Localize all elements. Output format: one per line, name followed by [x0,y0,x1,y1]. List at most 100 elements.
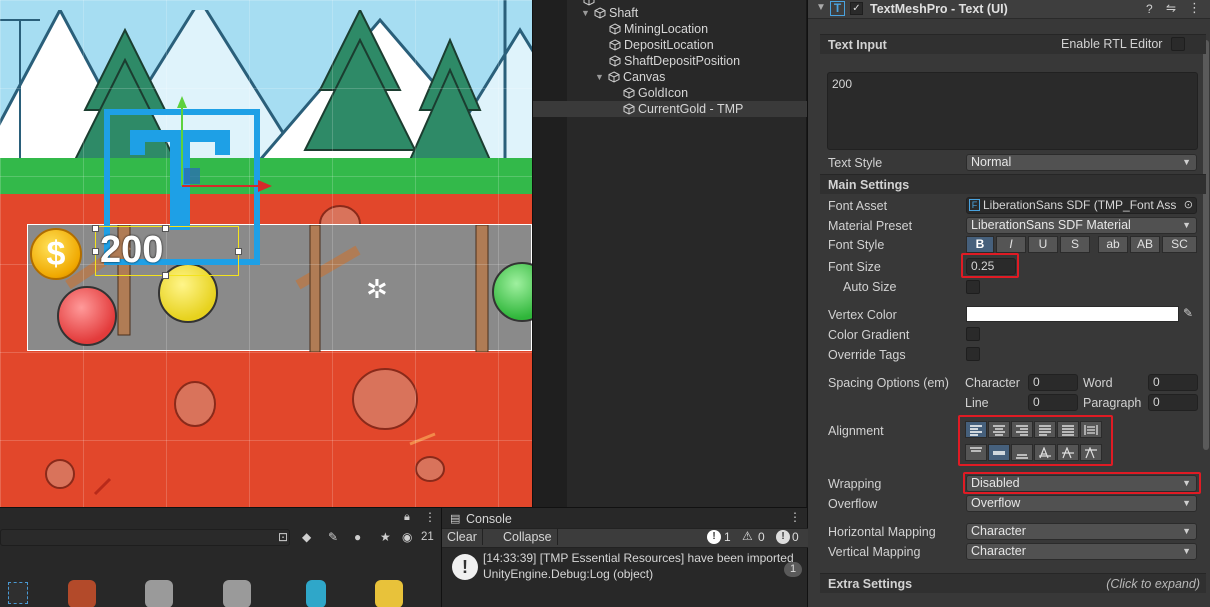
font-asset-icon: F [969,199,980,211]
align-midline-button[interactable] [1057,444,1079,461]
hierarchy-item-goldicon[interactable]: GoldIcon [623,85,688,101]
help-icon[interactable]: ? [1146,2,1153,16]
asset-thumbnail[interactable] [8,582,28,604]
extra-settings-header[interactable]: Extra Settings (Click to expand) [820,573,1206,593]
console-log-entry[interactable]: ! [14:33:39] [TMP Essential Resources] h… [442,550,808,588]
asset-thumbnail-arrow[interactable] [306,580,326,607]
font-style-underline-button[interactable]: U [1028,236,1058,253]
color-gradient-checkbox[interactable] [966,327,980,341]
more-menu-icon[interactable]: ⋮ [424,510,436,524]
resize-handle[interactable] [235,248,242,255]
asset-thumbnail-character[interactable] [375,580,403,607]
project-search-input[interactable] [0,529,290,546]
visibility-eye-icon[interactable]: ◉ [402,530,412,544]
fold-arrow-icon[interactable]: ▼ [581,5,591,21]
info-icon[interactable]: ! [707,530,721,544]
font-size-input[interactable]: 0.25 [966,258,1016,275]
current-gold-text[interactable]: 200 [95,226,239,276]
align-baseline-button[interactable] [1034,444,1056,461]
presets-icon[interactable]: ⇋ [1166,1,1176,15]
component-header[interactable]: ▼ T ✓ TextMeshPro - Text (UI) ? ⇋ ⋮ [808,0,1210,19]
align-top-button[interactable] [965,444,987,461]
align-bottom-button[interactable] [1011,444,1033,461]
fold-arrow-icon[interactable]: ▼ [595,69,605,85]
resize-handle[interactable] [162,272,169,279]
asset-thumbnail-character[interactable] [145,580,173,607]
error-icon[interactable]: ! [776,530,790,544]
field-value: 0 [1033,395,1040,409]
spacing-line-input[interactable]: 0 [1028,394,1078,411]
filter-by-type-icon[interactable]: ◆ [302,530,311,544]
resize-handle[interactable] [162,225,169,232]
font-style-bold-button[interactable]: B [966,236,994,253]
hierarchy-item-depositlocation[interactable]: DepositLocation [609,37,714,53]
align-center-button[interactable] [988,421,1010,438]
search-filter-icon[interactable]: ⊡ [278,530,288,544]
font-style-uppercase-button[interactable]: AB [1130,236,1160,253]
resize-handle[interactable] [92,248,99,255]
spacing-paragraph-input[interactable]: 0 [1148,394,1198,411]
collapse-button[interactable]: Collapse [498,529,558,545]
component-enabled-checkbox[interactable]: ✓ [850,2,863,15]
vertical-mapping-dropdown[interactable]: Character ▼ [966,543,1197,560]
filter-by-label-icon[interactable]: ✎ [328,530,338,544]
font-style-smallcaps-button[interactable]: SC [1162,236,1197,253]
context-menu-icon[interactable]: ⋮ [1188,0,1201,16]
move-axes-gizmo[interactable] [176,96,276,196]
align-middle-button[interactable] [988,444,1010,461]
vertex-color-swatch[interactable] [966,306,1179,322]
auto-size-checkbox[interactable] [966,280,980,294]
hierarchy-item-shaftdepositposition[interactable]: ShaftDepositPosition [609,53,740,69]
font-style-strikethrough-button[interactable]: S [1060,236,1090,253]
text-style-dropdown[interactable]: Normal ▼ [966,154,1197,171]
hierarchy-panel[interactable]: ▼ Shaft MiningLocation DepositLocation S… [532,0,807,507]
gold-coin-icon[interactable]: $ [30,228,82,280]
chevron-down-icon: ▼ [1182,546,1191,556]
collapse-arrow-icon[interactable]: ▼ [816,2,826,13]
align-geometry-button[interactable] [1080,421,1102,438]
eyedropper-icon[interactable]: ✎ [1183,306,1193,320]
hierarchy-item-mininglocation[interactable]: MiningLocation [609,21,708,37]
align-justified-button[interactable] [1034,421,1056,438]
font-style-lowercase-button[interactable]: ab [1098,236,1128,253]
override-tags-checkbox[interactable] [966,347,980,361]
hierarchy-item-currentgold-tmp[interactable]: CurrentGold - TMP [533,101,807,117]
text-input-area[interactable]: 200 [827,72,1198,150]
scene-view[interactable]: $ 200 ✲ [0,0,532,507]
wrapping-dropdown[interactable]: Disabled ▼ [966,475,1197,492]
align-geometry-icon [1084,424,1098,435]
console-tab[interactable]: Console [466,512,512,526]
font-style-italic-button[interactable]: I [996,236,1026,253]
clear-button[interactable]: Clear [442,529,483,545]
console-tab-icon: ▤ [450,513,461,525]
favorite-star-icon[interactable]: ★ [380,530,391,544]
align-flush-button[interactable] [1057,421,1079,438]
lock-icon[interactable]: 🔒︎ [404,511,410,524]
align-right-button[interactable] [1011,421,1033,438]
hierarchy-item-shaft[interactable]: ▼ Shaft [581,5,638,21]
resize-handle[interactable] [92,225,99,232]
hidden-packages-icon[interactable]: ● [354,530,361,544]
spacing-character-input[interactable]: 0 [1028,374,1078,391]
inspector-scrollbar[interactable] [1203,40,1209,450]
inspector-panel[interactable]: ▼ T ✓ TextMeshPro - Text (UI) ? ⇋ ⋮ Text… [807,0,1210,607]
spacing-word-input[interactable]: 0 [1148,374,1198,391]
align-capline-button[interactable] [1080,444,1102,461]
object-picker-icon[interactable]: ⊙ [1184,198,1193,213]
asset-thumbnail-character[interactable] [68,580,96,607]
main-settings-header[interactable]: Main Settings [820,174,1206,194]
align-left-button[interactable] [965,421,987,438]
horizontal-mapping-dropdown[interactable]: Character ▼ [966,523,1197,540]
asset-thumbnail-character[interactable] [223,580,251,607]
more-menu-icon[interactable]: ⋮ [789,510,801,524]
enable-rtl-checkbox[interactable] [1171,37,1185,51]
warning-icon[interactable]: ⚠ [742,529,753,543]
hierarchy-item-canvas[interactable]: ▼ Canvas [595,69,665,85]
align-center-icon [993,424,1005,436]
font-asset-field[interactable]: F LiberationSans SDF (TMP_Font Ass ⊙ [966,197,1197,214]
console-panel[interactable]: ▤ Console ⋮ Clear Collapse ! 1 ⚠ 0 ! 0 !… [441,507,808,607]
material-preset-dropdown[interactable]: LiberationSans SDF Material ▼ [966,217,1197,234]
project-panel[interactable]: 🔒︎ ⋮ ⊡ ◆ ✎ ● ★ ◉ 21 [0,507,441,607]
hierarchy-label: GoldIcon [638,86,689,100]
overflow-dropdown[interactable]: Overflow ▼ [966,495,1197,512]
